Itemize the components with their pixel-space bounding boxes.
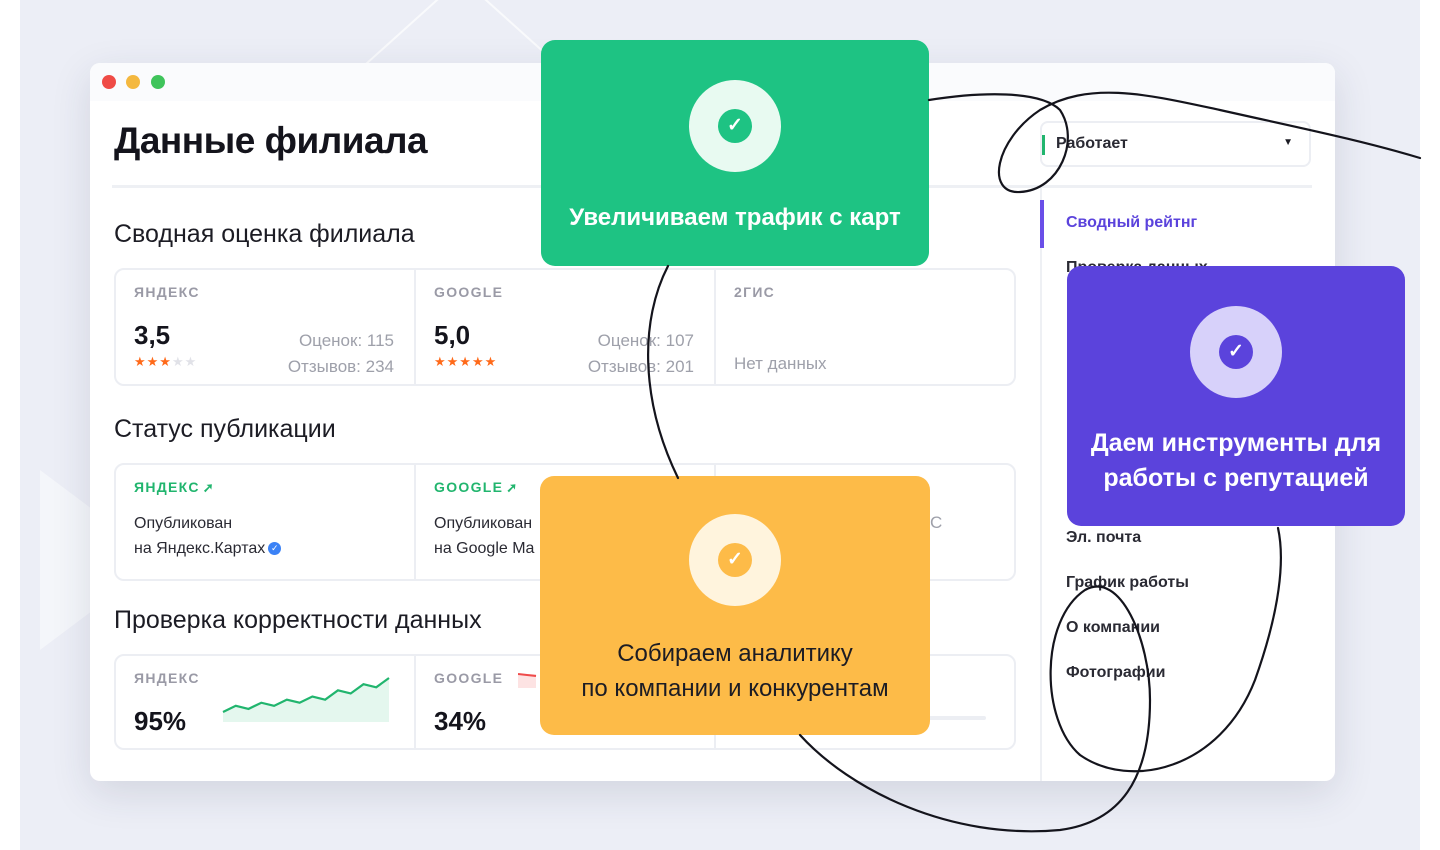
sidebar-item-summary-rating[interactable]: Сводный рейтнг <box>1066 214 1197 232</box>
callout-analytics: ✓ Собираем аналитику по компании и конку… <box>540 476 930 735</box>
callout-text: Даем инструменты для работы с репутацией <box>1067 426 1405 496</box>
check-badge: ✓ <box>1190 306 1282 398</box>
minimize-window-button[interactable] <box>126 75 140 89</box>
callout-line: Собираем аналитику <box>617 640 853 667</box>
sidebar-item-photos[interactable]: Фотографии <box>1066 664 1165 682</box>
rating-meta: Оценок: 107 Отзывов: 201 <box>588 328 694 380</box>
callout-line: Даем инструменты для <box>1090 429 1382 457</box>
sparkline-fragment <box>518 673 537 688</box>
check-icon: ✓ <box>718 543 752 577</box>
star-empty-icon: ★★ <box>171 354 198 369</box>
ratings-count: Оценок: 115 <box>298 331 394 350</box>
star-icon: ★★★★★ <box>434 354 498 369</box>
validation-section-title: Проверка корректности данных <box>114 606 482 634</box>
status-place: на Яндекс.Картах <box>134 540 266 557</box>
verified-icon: ✓ <box>268 542 282 556</box>
rating-card-google[interactable]: GOOGLE 5,0 ★★★★★ Оценок: 107 Отзывов: 20… <box>416 270 716 384</box>
validation-percent: 34% <box>434 706 487 736</box>
publication-status-partial: С <box>930 513 943 532</box>
ratings-count: Оценок: 107 <box>597 331 694 350</box>
reviews-count: Отзывов: 201 <box>587 357 694 376</box>
publication-status: Опубликован на Яндекс.Картах ✓ <box>134 511 282 561</box>
check-icon: ✓ <box>718 109 752 143</box>
publication-card-yandex[interactable]: ЯНДЕКС ➚ Опубликован на Яндекс.Картах ✓ <box>116 465 416 579</box>
callout-text: Собираем аналитику по компании и конкуре… <box>540 636 930 706</box>
rating-card-2gis[interactable]: 2ГИС Нет данных <box>716 270 1014 384</box>
source-label: ЯНДЕКС <box>134 670 200 686</box>
callout-line: работы с репутацией <box>1103 464 1369 492</box>
callout-traffic: ✓ Увеличиваем трафик с карт <box>541 40 929 266</box>
page-title: Данные филиала <box>114 120 428 161</box>
sidebar-top-divider <box>1040 185 1312 188</box>
source-label: 2ГИС <box>734 284 776 300</box>
rating-meta: Оценок: 115 Отзывов: 234 <box>288 328 394 380</box>
rating-score: 5,0 <box>434 320 471 350</box>
source-label: GOOGLE <box>434 670 504 686</box>
summary-cards: ЯНДЕКС 3,5 ★★★★★ Оценок: 115 Отзывов: 23… <box>114 268 1016 386</box>
summary-section-title: Сводная оценка филиала <box>114 220 415 248</box>
source-label: ЯНДЕКС <box>134 284 200 300</box>
publication-status: Опубликован на Google Ma <box>434 511 534 561</box>
reviews-count: Отзывов: 234 <box>287 357 394 376</box>
maximize-window-button[interactable] <box>151 75 165 89</box>
sidebar-item-email[interactable]: Эл. почта <box>1066 529 1141 547</box>
validation-card-yandex[interactable]: ЯНДЕКС 95% <box>116 656 416 748</box>
active-nav-indicator <box>1040 200 1044 248</box>
callout-line: по компании и конкурентам <box>581 675 889 702</box>
chevron-down-icon: ▼ <box>1283 137 1293 148</box>
check-icon: ✓ <box>1219 335 1253 369</box>
star-icon: ★★★ <box>134 354 172 369</box>
rating-card-yandex[interactable]: ЯНДЕКС 3,5 ★★★★★ Оценок: 115 Отзывов: 23… <box>116 270 416 384</box>
publication-section-title: Статус публикации <box>114 415 336 443</box>
sparkline-chart <box>222 677 390 722</box>
source-label: GOOGLE ➚ <box>434 479 518 496</box>
status-line: на Google Ma <box>434 540 535 557</box>
status-line: Опубликован <box>434 515 533 532</box>
source-name: GOOGLE <box>434 479 504 495</box>
validation-percent: 95% <box>134 706 187 736</box>
callout-text: Увеличиваем трафик с карт <box>569 204 901 231</box>
check-badge: ✓ <box>689 80 781 172</box>
status-indicator <box>1042 135 1045 155</box>
rating-stars: ★★★★★ <box>134 354 197 370</box>
close-window-button[interactable] <box>102 75 116 89</box>
source-label: ЯНДЕКС ➚ <box>134 479 215 496</box>
rating-score: 3,5 <box>134 320 171 350</box>
status-select[interactable]: Работает ▼ <box>1040 121 1311 167</box>
sidebar-item-about[interactable]: О компании <box>1066 619 1160 637</box>
external-link-icon: ➚ <box>506 480 519 495</box>
status-value: Работает <box>1056 135 1128 152</box>
check-badge: ✓ <box>689 514 781 606</box>
sidebar-item-schedule[interactable]: График работы <box>1066 574 1189 592</box>
no-data-text: Нет данных <box>734 354 827 373</box>
status-line: Опубликован <box>134 515 233 532</box>
status-line: на Яндекс.Картах ✓ <box>134 536 282 561</box>
sidebar-divider <box>1040 187 1042 781</box>
external-link-icon: ➚ <box>202 480 215 495</box>
rating-stars: ★★★★★ <box>434 354 497 370</box>
source-label: GOOGLE <box>434 284 504 300</box>
callout-reputation: ✓ Даем инструменты для работы с репутаци… <box>1067 266 1405 526</box>
source-name: ЯНДЕКС <box>134 479 200 495</box>
